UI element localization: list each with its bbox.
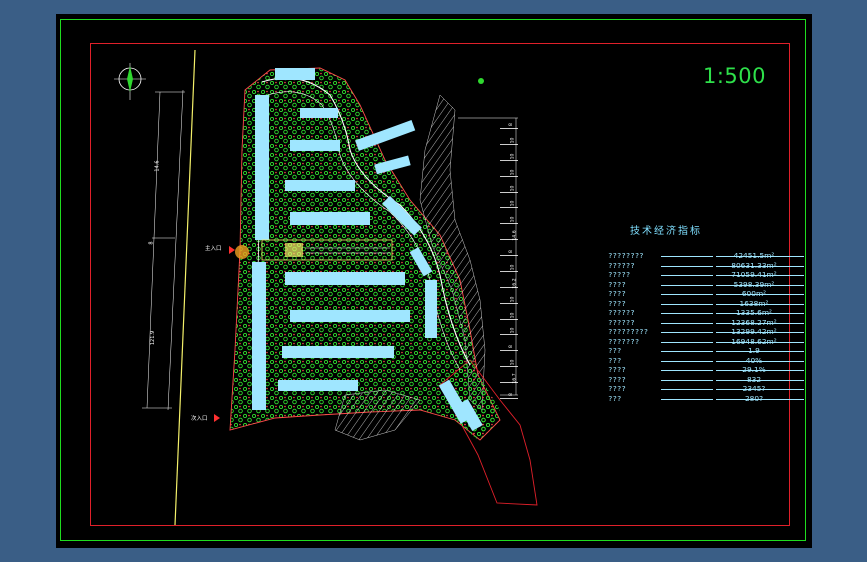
indicator-row: ???????? 42451.5m² (608, 251, 808, 261)
north-arrow-icon (114, 63, 146, 100)
main-entrance-marker-icon (229, 246, 235, 254)
indicator-label: ??? (608, 393, 622, 403)
ladder-tick (500, 159, 518, 161)
indicator-value: 13299.42m² (731, 327, 777, 336)
ladder-tick (500, 398, 518, 399)
road-dimension-label: 8 (148, 241, 155, 245)
indicator-label: ???? (608, 289, 626, 298)
indicator-row: ????????? 13299.42m² (608, 327, 808, 337)
hatched-slope-south (334, 389, 421, 441)
ladder-dimension-label: 10 (510, 137, 516, 144)
ladder-tick (500, 128, 518, 129)
ladder-tick (500, 255, 518, 257)
ladder-dimension-label: 8 (508, 345, 514, 349)
ladder-dimension-label: 8 (508, 250, 514, 254)
indicator-row: ???? 2345? (608, 384, 808, 394)
indicator-label: ???? (608, 374, 626, 384)
indicator-value: 280? (744, 393, 764, 403)
ladder-tick (500, 191, 518, 193)
ladder-dimension-label: 10 (510, 359, 516, 366)
ladder-tick (500, 334, 518, 336)
road-edge-line (174, 49, 196, 526)
ladder-dimension-label: 8 (508, 123, 514, 126)
indicator-row: ??? 1.9 (608, 346, 808, 356)
indicator-value: 5398.39m² (733, 279, 775, 289)
indicator-row: ???? 1638m² (608, 299, 808, 309)
indicator-label: ???? (608, 298, 626, 308)
indicator-row: ??? 280? (608, 394, 808, 404)
indicator-value: 29.1% (742, 365, 766, 374)
ladder-dimension-label: 8 (508, 393, 514, 396)
indicator-value: 80631.33m² (731, 260, 777, 270)
indicator-label: ??? (608, 346, 622, 355)
indicator-label: ????????? (608, 327, 649, 336)
ladder-tick (500, 302, 518, 304)
ladder-tick (500, 175, 518, 177)
ladder-dimension-label: 10 (510, 185, 516, 191)
indicator-label: ???? (608, 384, 626, 393)
ladder-tick (500, 143, 518, 145)
ladder-tick (500, 239, 518, 241)
ladder-tick (500, 270, 518, 272)
indicator-value: 832 (746, 374, 762, 384)
indicator-value: 16948.62m² (731, 336, 777, 346)
indicator-value: 1.9 (748, 346, 760, 355)
indicator-label: ?????? (608, 317, 635, 327)
green-marker-icon (478, 78, 484, 84)
road-dimension-label: 14.6 (154, 160, 161, 172)
indicator-row: ?????? 12368.27m² (608, 318, 808, 328)
indicator-row: ??????? 16948.62m² (608, 337, 808, 347)
ladder-dimension-label: 10 (510, 216, 516, 223)
indicator-label: ??? (608, 355, 622, 365)
main-entrance-label: 主入口 (205, 246, 222, 252)
indicator-label: ???? (608, 279, 626, 289)
ladder-tick (500, 366, 518, 368)
ladder-tick (500, 286, 518, 288)
second-entrance-label: 次入口 (191, 416, 208, 422)
indicator-row: ???? 29.1% (608, 365, 808, 375)
ladder-tick (500, 382, 518, 384)
road-centre-line (167, 89, 184, 411)
indicator-row: ???? 832 (608, 375, 808, 385)
scale-label: 1:500 (703, 64, 767, 88)
indicator-label: ???? (608, 365, 626, 374)
ladder-tick (500, 223, 518, 225)
indicator-value: 42451.5m² (733, 251, 775, 260)
indicator-value: 40% (745, 355, 763, 365)
indicator-label: ?????? (608, 260, 635, 270)
indicator-row: ????? 71059.41m² (608, 270, 808, 280)
indicator-label: ????? (608, 270, 631, 279)
indicator-value: 12368.27m² (731, 317, 777, 327)
ladder-dimension-label: 10 (510, 153, 516, 160)
ladder-tick (500, 350, 518, 352)
ladder-tick (500, 318, 518, 320)
indicator-value: 600m² (741, 289, 767, 298)
indicator-row: ?????? 80631.33m² (608, 261, 808, 271)
ladder-dimension-label: 10 (510, 264, 516, 271)
ladder-dimension-label: 10 (510, 200, 516, 207)
ladder-dimension-label: 10 (510, 296, 516, 303)
left-dimension-line (142, 91, 185, 409)
indicator-table-title: 技术经济指标 (630, 226, 702, 237)
indicator-value: 1335.6m² (735, 308, 773, 317)
indicator-value: 71059.41m² (731, 270, 777, 279)
indicator-row: ???? 600m² (608, 289, 808, 299)
ladder-dimension-label: 10 (510, 312, 516, 319)
indicator-value: 2345? (742, 384, 766, 393)
indicator-label: ??????? (608, 336, 640, 346)
indicator-label: ???????? (608, 251, 644, 260)
ladder-tick (500, 207, 518, 209)
ladder-dimension-label: 10 (510, 328, 516, 334)
road-dimension-label: 121.9 (150, 330, 157, 346)
indicator-row: ??? 40% (608, 356, 808, 366)
indicator-label: ?????? (608, 308, 635, 317)
indicator-row: ???? 5398.39m² (608, 280, 808, 290)
indicator-value: 1638m² (739, 298, 769, 308)
indicator-row: ?????? 1335.6m² (608, 308, 808, 318)
second-entrance-marker-icon (214, 414, 220, 422)
ladder-dimension-label: 10 (510, 169, 516, 176)
